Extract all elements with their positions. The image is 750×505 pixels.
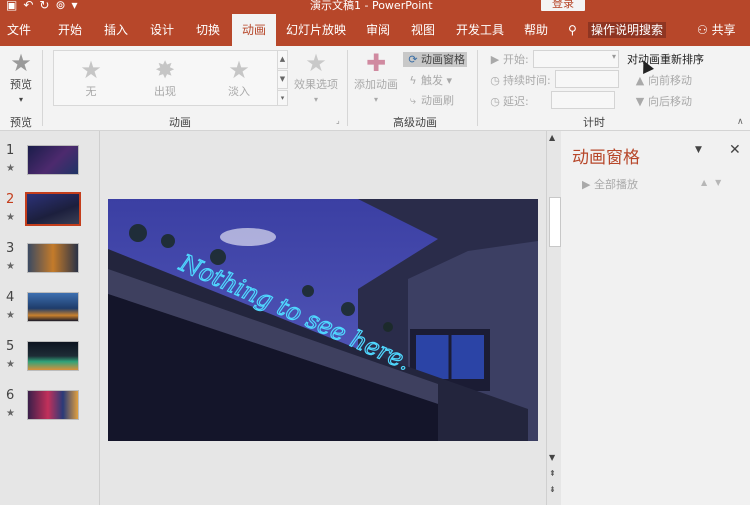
preview-button[interactable]: ★ 预览 ▾ [6,50,36,105]
star-burst-icon: ✸ [154,56,176,84]
move-earlier-button[interactable]: ▲ 向前移动 [632,72,692,88]
save-icon[interactable]: ▣ [6,0,23,12]
tab-animations[interactable]: 动画 [232,14,276,46]
group-label-preview: 预览 [10,116,32,129]
play-icon: ▶ [582,178,594,191]
tab-transitions[interactable]: 切换 [188,14,228,46]
tab-file[interactable]: 文件 [0,14,38,46]
animation-star-icon: ★ [6,261,15,272]
animation-gallery: ★ 无 ✸ 出现 ★ 淡入 [53,50,278,106]
slide-thumbnail-1[interactable]: 1 ★ [0,143,98,187]
tab-review[interactable]: 审阅 [358,14,398,46]
tab-developer[interactable]: 开发工具 [452,14,508,46]
duration-input[interactable] [555,70,619,88]
animation-pane: 动画窗格 ▼ ✕ ▶ 全部播放 ▲▼ [561,131,750,505]
delay-input[interactable] [551,91,615,109]
animation-pane-title: 动画窗格 [572,148,640,168]
previous-slide-icon: ⇞ [549,469,556,478]
dialog-launcher-icon[interactable]: ⌟ [336,116,340,125]
tab-slide-show[interactable]: 幻灯片放映 [283,14,349,46]
play-all-button[interactable]: ▶ 全部播放 [582,176,638,192]
pane-options-icon[interactable]: ▼ [695,145,702,155]
person-icon: ⚇ [697,23,712,37]
star-play-icon: ★ [10,49,32,77]
pane-reorder-arrows[interactable]: ▲▼ [701,178,729,187]
tab-help[interactable]: 帮助 [516,14,556,46]
scroll-up-icon: ▲ [549,133,556,142]
star-icon: ★ [80,56,102,84]
undo-icon[interactable]: ↶ [23,0,39,12]
gallery-more-icon: ▾ [277,90,288,106]
star-icon: ★ [305,49,327,77]
gallery-down-icon: ▼ [277,70,288,89]
lightning-icon: ϟ [409,74,417,87]
lightbulb-icon: ⚲ [568,23,577,37]
tab-view[interactable]: 视图 [403,14,443,46]
tab-insert[interactable]: 插入 [96,14,136,46]
animation-star-icon: ★ [6,359,15,370]
animation-pane-button[interactable]: ⟳ 动画窗格 [403,51,467,67]
star-icon: ★ [228,56,250,84]
animation-painter-button[interactable]: ⤷ 动画刷 [405,92,454,108]
slide-thumbnail-2[interactable]: 2 ★ [0,192,98,236]
slide-thumbnail-5[interactable]: 5 ★ [0,339,98,383]
move-later-button[interactable]: ▼ 向后移动 [632,93,692,109]
tab-design[interactable]: 设计 [142,14,182,46]
animation-star-icon: ★ [6,163,15,174]
quick-access-toolbar: ▣↶↻⊚▾ [6,0,84,12]
share-button[interactable]: ⚇ 共享 [697,14,736,46]
clock-icon: ◷ [490,95,500,108]
tab-home[interactable]: 开始 [50,14,90,46]
window-title: 演示文稿1 - PowerPoint [310,0,433,12]
slide-thumbnail-panel: 1 ★ 2 ★ 3 ★ 4 ★ 5 ★ 6 ★ [0,131,98,505]
redo-icon[interactable]: ↻ [39,0,55,12]
collapse-ribbon-icon[interactable]: ∧ [737,117,744,127]
duration-label: ◷ 持续时间: [487,72,551,88]
gallery-up-icon: ▲ [277,50,288,69]
scroll-down-icon: ▼ [549,453,556,462]
up-arrow-icon: ▲ [701,178,716,187]
animation-appear[interactable]: ✸ 出现 [140,57,190,99]
tell-me-search[interactable]: ⚲ 操作说明搜索 [568,14,667,46]
trigger-button[interactable]: ϟ 触发 ▾ [405,72,452,88]
close-icon[interactable]: ✕ [729,142,741,158]
animation-star-icon: ★ [6,212,15,223]
animation-star-icon: ★ [6,310,15,321]
add-star-icon: ✚ [365,49,387,77]
slide-thumbnail-4[interactable]: 4 ★ [0,290,98,334]
slide-canvas[interactable]: Nothing to see here. [108,199,538,441]
gallery-scroll[interactable]: ▲ ▼ ▾ [277,50,288,106]
slide-thumbnail-6[interactable]: 6 ★ [0,388,98,432]
group-label-animation: 动画 [169,116,191,129]
start-label: ▶ 开始: [487,51,529,67]
group-label-timing: 计时 [583,116,605,129]
ribbon-tabs: 文件 开始 插入 设计 切换 动画 幻灯片放映 审阅 视图 开发工具 帮助 ⚲ 操… [0,14,750,46]
slide-thumbnail-3[interactable]: 3 ★ [0,241,98,285]
chevron-down-icon: ▾ [611,52,616,61]
animation-star-icon: ★ [6,408,15,419]
scrollbar-thumb[interactable] [549,197,561,247]
customize-icon[interactable]: ▾ [72,0,84,12]
present-icon[interactable]: ⊚ [55,0,71,12]
effect-options-button[interactable]: ★ 效果选项 ▾ [293,50,339,105]
down-arrow-icon: ▼ [635,95,645,108]
next-slide-icon: ⇟ [549,485,556,494]
animation-pane-icon: ⟳ [408,53,418,66]
ribbon: ★ 预览 ▾ 预览 ★ 无 ✸ 出现 ★ 淡入 ▲ ▼ ▾ ★ 效果选项 ▾ 动画 ⌟ ✚ 添加动… [0,46,750,131]
animation-none[interactable]: ★ 无 [66,57,116,99]
editor-scrollbar[interactable]: ▲ ▼ ⇞ ⇟ [546,131,561,505]
play-icon: ▶ [490,53,500,66]
delay-label: ◷ 延迟: [487,93,529,109]
down-arrow-icon: ▼ [715,178,730,187]
start-dropdown[interactable]: ▾ [533,50,619,68]
slide-photo: Nothing to see here. [108,199,538,441]
add-animation-button[interactable]: ✚ 添加动画 ▾ [353,50,399,105]
up-arrow-icon: ▲ [635,74,645,87]
login-button[interactable]: 登录 [541,0,585,11]
group-label-advanced: 高级动画 [393,116,437,129]
title-bar: ▣↶↻⊚▾ 演示文稿1 - PowerPoint 登录 [0,0,750,14]
clock-icon: ◷ [490,74,500,87]
painter-icon: ⤷ [409,94,417,107]
animation-fade[interactable]: ★ 淡入 [214,57,264,99]
